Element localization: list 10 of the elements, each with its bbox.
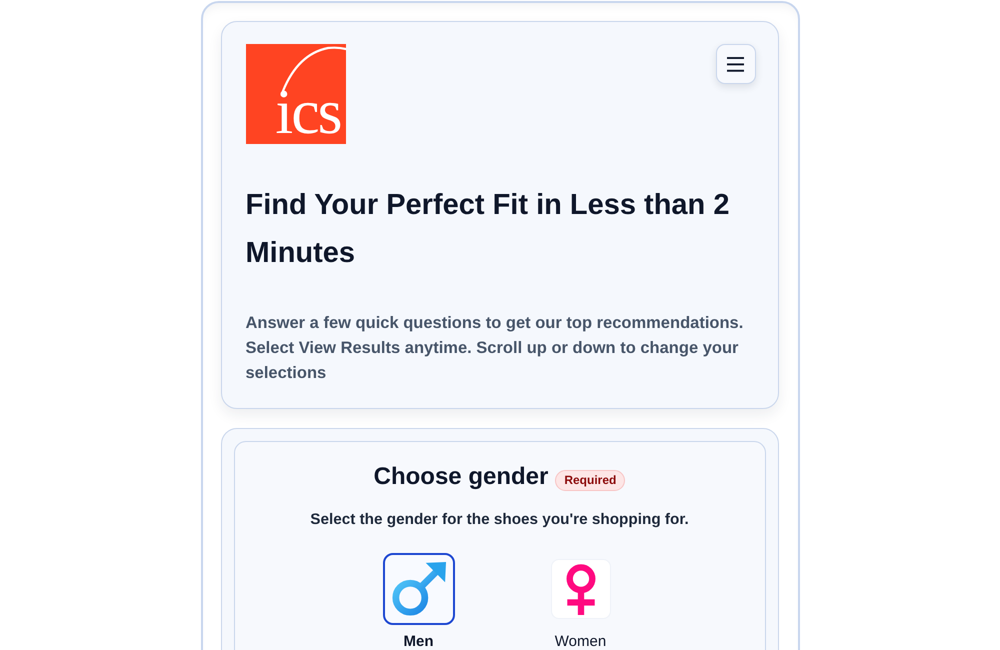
intro-description: Answer a few quick questions to get our top recommendations. Select View Results anytime. Scroll up or down to change your selections bbox=[246, 313, 744, 384]
question-title: Choose gender bbox=[374, 462, 548, 492]
menu-icon bbox=[727, 56, 744, 72]
gender-option[interactable]: Women bbox=[530, 553, 630, 650]
required-badge: Required bbox=[555, 470, 626, 490]
menu-button[interactable] bbox=[716, 44, 756, 84]
question-subtitle: Select the gender for the shoes you're shopping for. bbox=[310, 510, 689, 530]
female-symbol-icon bbox=[564, 564, 598, 614]
male-symbol-icon bbox=[390, 561, 446, 617]
page-title: Find Your Perfect Fit in Less than 2 Minutes bbox=[246, 188, 730, 271]
